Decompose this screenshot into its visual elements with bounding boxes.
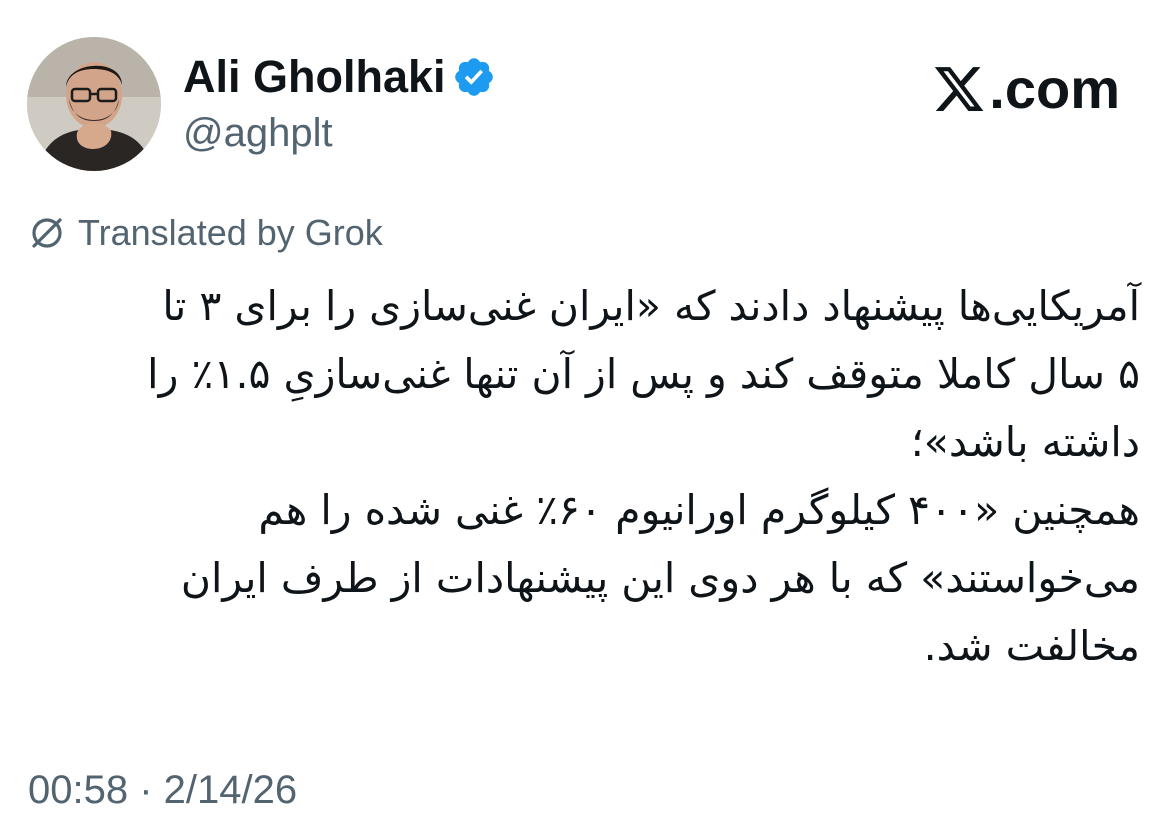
author-name[interactable]: Ali Gholhaki [183, 52, 446, 102]
avatar[interactable] [27, 37, 161, 171]
tweet-line: مخالفت شد. [923, 622, 1140, 670]
tweet-line: همچنین «۴۰۰ کیلوگرم اورانیوم ۶۰٪ غنی شده… [258, 486, 1140, 534]
author-handle[interactable]: @aghplt [183, 110, 333, 156]
translate-icon [28, 214, 66, 252]
verified-badge-icon [452, 55, 496, 99]
tweet-line: داشته باشد»؛ [910, 418, 1140, 466]
tweet-line: می‌خواستند» که با هر دوی این پیشنهادات ا… [180, 554, 1140, 602]
site-brand: .com [931, 58, 1120, 120]
timestamp[interactable]: 00:58 · 2/14/26 [28, 766, 297, 814]
tweet-line: آمریکایی‌ها پیشنهاد دادند که «ایران غنی‌… [162, 282, 1140, 330]
translation-label: Translated by Grok [78, 212, 383, 253]
profile-photo [27, 37, 161, 171]
x-logo-icon [931, 62, 987, 116]
brand-domain: .com [989, 57, 1120, 120]
tweet-line: ۵ سال کاملا متوقف کند و پس از آن تنها غن… [147, 350, 1140, 398]
translation-note[interactable]: Translated by Grok [28, 210, 383, 256]
tweet-text: آمریکایی‌ها پیشنهاد دادند که «ایران غنی‌… [30, 272, 1140, 680]
